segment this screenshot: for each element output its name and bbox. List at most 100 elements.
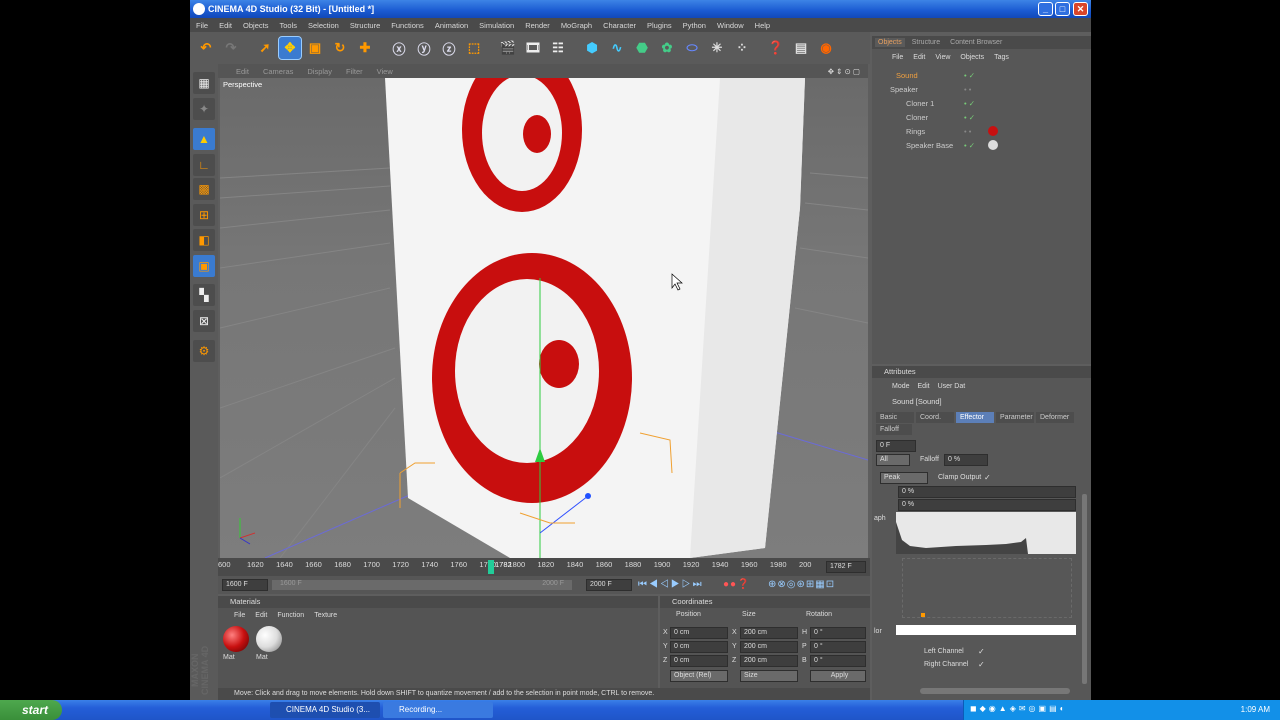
scene-icon[interactable]: ✳ xyxy=(706,37,728,59)
falloff-field[interactable]: 0 % xyxy=(944,454,988,466)
transport-controls[interactable]: ⏮◀◁▶▷⏭ xyxy=(638,579,704,590)
current-frame-field[interactable]: 1782 F xyxy=(826,561,866,573)
attr-tab-falloff[interactable]: Falloff xyxy=(876,424,912,435)
render-picture-viewer-icon[interactable]: 🎞 xyxy=(522,37,544,59)
pos-x-field[interactable]: 0 cm xyxy=(670,627,728,639)
checkerboard-icon[interactable]: ▚ xyxy=(193,284,215,306)
menu-selection[interactable]: Selection xyxy=(308,21,339,30)
vp-menu-filter[interactable]: Filter xyxy=(346,67,363,76)
mat-menu-function[interactable]: Function xyxy=(277,612,304,619)
peak-select[interactable]: Peak xyxy=(880,472,928,484)
attr-vertical-scrollbar[interactable] xyxy=(1082,494,1087,684)
snap-icon[interactable]: ⚙ xyxy=(193,340,215,362)
menu-window[interactable]: Window xyxy=(717,21,744,30)
spline-icon[interactable]: ∿ xyxy=(606,37,628,59)
vp-menu-cameras[interactable]: Cameras xyxy=(263,67,293,76)
rotate-tool-icon[interactable]: ↻ xyxy=(329,37,351,59)
apply-button[interactable]: Apply xyxy=(810,670,866,682)
mat-menu-file[interactable]: File xyxy=(234,612,245,619)
task-recording[interactable]: Recording... xyxy=(383,702,493,718)
live-selection-icon[interactable]: ➚ xyxy=(254,37,276,59)
om-menu-tags[interactable]: Tags xyxy=(994,54,1009,61)
min-percent-field[interactable]: 0 % xyxy=(898,486,1076,498)
menu-python[interactable]: Python xyxy=(683,21,706,30)
vp-menu-view[interactable]: View xyxy=(377,67,393,76)
material-swatch-white[interactable]: Mat xyxy=(254,624,284,664)
viewport-layout-icon[interactable]: ▦ xyxy=(193,72,215,94)
vp-menu-edit[interactable]: Edit xyxy=(236,67,249,76)
pos-z-field[interactable]: 0 cm xyxy=(670,655,728,667)
clamp-output-checkbox[interactable]: ✓ xyxy=(984,473,991,482)
redo-icon[interactable]: ↷ xyxy=(220,37,242,59)
object-row-speaker[interactable]: Speaker • • xyxy=(872,82,1091,96)
z-axis-lock-icon[interactable]: ⓩ xyxy=(438,37,460,59)
am-menu-edit[interactable]: Edit xyxy=(918,383,930,390)
attr-frame-field[interactable]: 0 F xyxy=(876,440,916,452)
coord-mode-select[interactable]: Object (Rel) xyxy=(670,670,728,682)
workplane-icon[interactable]: ⊠ xyxy=(193,310,215,332)
render-settings-icon[interactable]: ☷ xyxy=(547,37,569,59)
am-menu-mode[interactable]: Mode xyxy=(892,383,910,390)
om-menu-edit[interactable]: Edit xyxy=(913,54,925,61)
om-menu-file[interactable]: File xyxy=(892,54,903,61)
render-view-icon[interactable]: 🎬 xyxy=(497,37,519,59)
attr-horizontal-scrollbar[interactable] xyxy=(920,688,1070,694)
left-channel-checkbox[interactable]: ✓ xyxy=(978,647,985,656)
light-icon[interactable]: ▤ xyxy=(790,37,812,59)
timeline-ruler[interactable]: 60016201640 166016801700 172017401760 17… xyxy=(218,558,870,576)
spectrum-graph[interactable] xyxy=(896,512,1076,554)
sky-icon[interactable]: ◉ xyxy=(815,37,837,59)
object-axis-icon[interactable]: ∟ xyxy=(193,154,215,176)
record-buttons[interactable]: ●●❓ xyxy=(723,579,751,590)
max-percent-field[interactable]: 0 % xyxy=(898,499,1076,511)
end-frame-field[interactable]: 2000 F xyxy=(586,579,632,591)
start-frame-field[interactable]: 1600 F xyxy=(222,579,268,591)
tab-structure[interactable]: Structure xyxy=(909,38,943,47)
camera-icon[interactable]: ❓ xyxy=(765,37,787,59)
nurbs-icon[interactable]: ⬣ xyxy=(631,37,653,59)
attr-tab-effector[interactable]: Effector xyxy=(956,412,994,423)
material-swatch-red[interactable]: Mat xyxy=(221,624,251,664)
cube-icon[interactable]: ⬢ xyxy=(581,37,603,59)
object-row-speaker-base[interactable]: Speaker Base • ✓ xyxy=(872,138,1091,152)
array-icon[interactable]: ✿ xyxy=(656,37,678,59)
maximize-button[interactable]: □ xyxy=(1055,2,1070,16)
menu-render[interactable]: Render xyxy=(525,21,550,30)
mat-menu-texture[interactable]: Texture xyxy=(314,612,337,619)
perspective-viewport[interactable]: Perspective xyxy=(220,78,868,558)
falloff-curve[interactable] xyxy=(902,558,1072,618)
points-mode-icon[interactable]: ⊞ xyxy=(193,204,215,226)
x-axis-lock-icon[interactable]: ⓧ xyxy=(388,37,410,59)
right-channel-checkbox[interactable]: ✓ xyxy=(978,660,985,669)
menu-character[interactable]: Character xyxy=(603,21,636,30)
menu-simulation[interactable]: Simulation xyxy=(479,21,514,30)
particles-icon[interactable]: ⁘ xyxy=(731,37,753,59)
color-gradient[interactable] xyxy=(896,625,1076,635)
size-z-field[interactable]: 200 cm xyxy=(740,655,798,667)
start-button[interactable]: start xyxy=(0,700,62,720)
edges-mode-icon[interactable]: ◧ xyxy=(193,229,215,251)
scale-tool-icon[interactable]: ▣ xyxy=(304,37,326,59)
om-menu-view[interactable]: View xyxy=(935,54,950,61)
rot-h-field[interactable]: 0 ° xyxy=(810,627,866,639)
menu-mograph[interactable]: MoGraph xyxy=(561,21,592,30)
recent-tool-icon[interactable]: ✚ xyxy=(354,37,376,59)
attr-all-select[interactable]: All xyxy=(876,454,910,466)
menu-objects[interactable]: Objects xyxy=(243,21,268,30)
object-row-cloner[interactable]: Cloner • ✓ xyxy=(872,110,1091,124)
menu-edit[interactable]: Edit xyxy=(219,21,232,30)
menu-help[interactable]: Help xyxy=(755,21,770,30)
model-mode-icon[interactable]: ▲ xyxy=(193,128,215,150)
attr-tab-coord[interactable]: Coord. xyxy=(916,412,954,423)
menu-plugins[interactable]: Plugins xyxy=(647,21,672,30)
menu-animation[interactable]: Animation xyxy=(435,21,468,30)
size-x-field[interactable]: 200 cm xyxy=(740,627,798,639)
attr-tab-parameter[interactable]: Parameter xyxy=(996,412,1034,423)
tab-content-browser[interactable]: Content Browser xyxy=(947,38,1005,47)
am-menu-userdata[interactable]: User Dat xyxy=(938,383,966,390)
undo-icon[interactable]: ↶ xyxy=(195,37,217,59)
coordinate-system-icon[interactable]: ⬚ xyxy=(463,37,485,59)
tab-objects[interactable]: Objects xyxy=(875,38,905,47)
pos-y-field[interactable]: 0 cm xyxy=(670,641,728,653)
range-slider[interactable]: 1600 F 2000 F xyxy=(272,580,572,590)
